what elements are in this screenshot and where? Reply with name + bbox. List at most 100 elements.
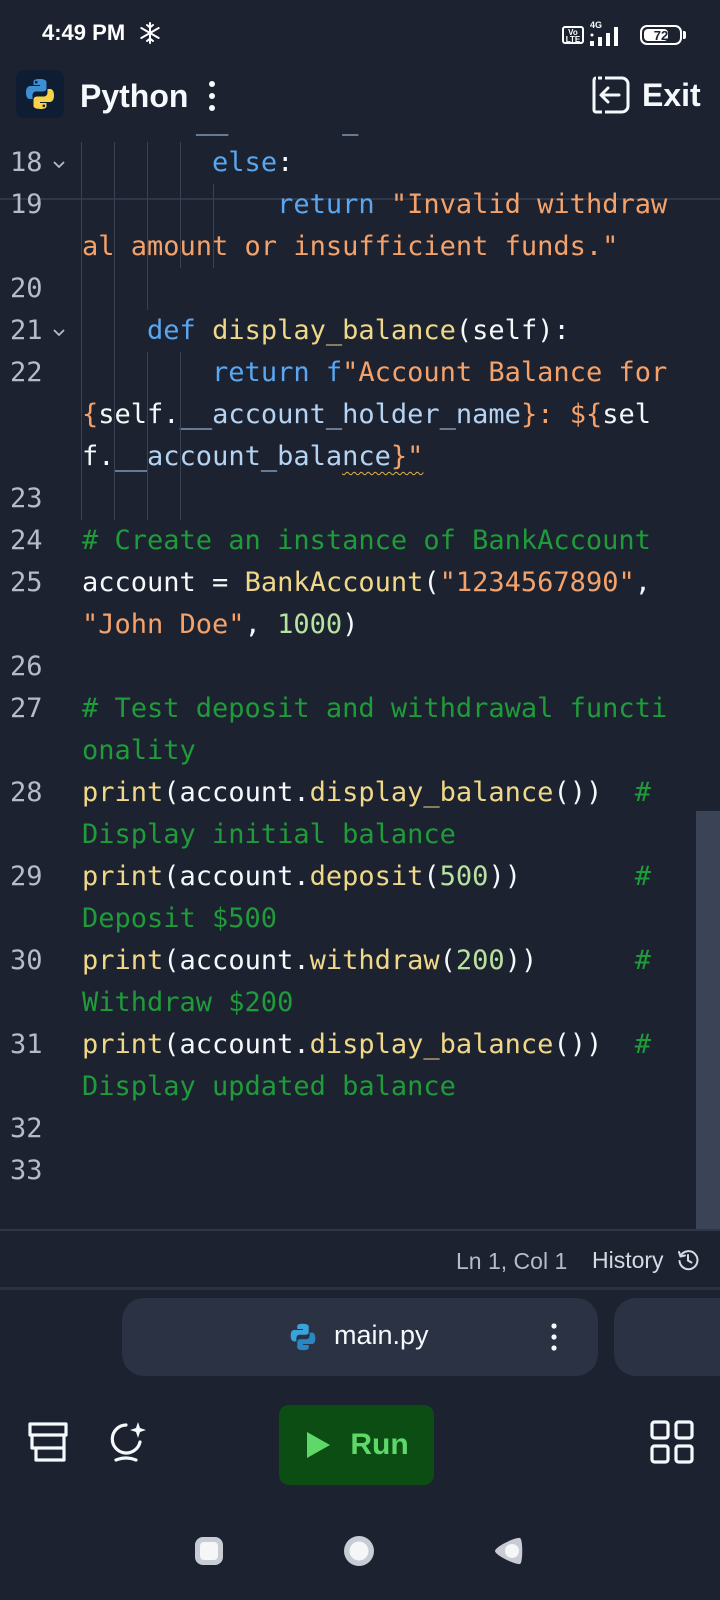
code-line[interactable]: 33 <box>0 1150 720 1192</box>
code-line[interactable]: 20 <box>0 268 720 310</box>
code-line[interactable]: 28 print(account.display_balance()) # Dis… <box>0 772 720 856</box>
code-token: ): <box>537 315 570 346</box>
code-token: display_balance <box>309 1029 554 1060</box>
code-text[interactable] <box>82 478 682 520</box>
code-line[interactable]: 26 <box>0 646 720 688</box>
code-line[interactable]: 18 else: <box>0 142 720 184</box>
exit-icon <box>592 76 630 114</box>
history-button[interactable]: History <box>592 1245 700 1275</box>
code-token: f <box>325 357 343 388</box>
exit-button[interactable]: Exit <box>590 70 714 120</box>
code-line[interactable]: 27 # Test deposit and withdrawal function… <box>0 688 720 772</box>
code-text[interactable]: account = BankAccount("1234567890", "Joh… <box>82 562 682 646</box>
code-text[interactable]: # Create an instance of BankAccount <box>82 520 682 562</box>
cursor-position[interactable]: Ln 1, Col 1 <box>456 1248 567 1275</box>
back-icon[interactable] <box>491 1535 525 1567</box>
line-number: 27 <box>10 693 43 724</box>
code-token: __account_holder_name <box>179 399 521 430</box>
code-token: ( <box>439 945 456 976</box>
file-tab-menu-icon[interactable] <box>546 1320 562 1354</box>
code-line[interactable]: ${self.__account_balance} <box>0 134 720 142</box>
code-token: # Test deposit and withdrawal functional… <box>82 693 668 766</box>
code-line[interactable]: 30 print(account.withdraw(200)) # Withdra… <box>0 940 720 1024</box>
code-token: ()) <box>553 777 635 808</box>
code-token: } <box>472 134 488 136</box>
code-token: ${ <box>82 134 115 136</box>
ai-assistant-icon[interactable] <box>104 1418 152 1466</box>
file-tab-next[interactable] <box>614 1298 720 1376</box>
line-number: 30 <box>10 945 43 976</box>
line-number: 24 <box>10 525 43 556</box>
code-line[interactable]: 22 return f"Account Balance for {self.__… <box>0 352 720 478</box>
code-text[interactable]: def display_balance(self): <box>82 310 682 352</box>
code-token: , <box>634 567 668 598</box>
status-bar: 4:49 PM Vo LTE 4G 72 <box>0 0 720 66</box>
code-line[interactable]: 24 # Create an instance of BankAccount <box>0 520 720 562</box>
indent-guide <box>81 352 82 478</box>
app-header: Python Exit <box>0 66 720 200</box>
code-line[interactable]: 19 return "Invalid withdrawal amount or … <box>0 184 720 268</box>
code-token: , <box>244 609 278 640</box>
python-logo-icon <box>16 70 64 118</box>
more-options-icon[interactable] <box>202 76 222 116</box>
code-line[interactable]: 29 print(account.deposit(500)) # Deposit … <box>0 856 720 940</box>
code-token: { <box>82 399 99 430</box>
code-text[interactable]: ${self.__account_balance} <box>82 134 682 142</box>
indent-guide <box>81 310 82 352</box>
code-token: self <box>472 315 538 346</box>
code-line[interactable]: 31 print(account.display_balance()) # Dis… <box>0 1024 720 1108</box>
code-text[interactable]: print(account.deposit(500)) # Deposit $5… <box>82 856 682 940</box>
code-token: def <box>82 315 213 346</box>
code-text[interactable]: print(account.display_balance()) # Displ… <box>82 772 682 856</box>
code-text[interactable]: print(account.withdraw(200)) # Withdraw … <box>82 940 682 1024</box>
line-number: 25 <box>10 567 43 598</box>
code-token: ( <box>163 777 180 808</box>
indent-guide <box>180 352 181 478</box>
line-number: 20 <box>10 273 43 304</box>
file-tab-label: main.py <box>334 1320 429 1350</box>
code-editor[interactable]: ${self.__account_balance}18 else:19 retu… <box>0 134 720 1229</box>
recent-apps-icon[interactable] <box>193 1535 225 1567</box>
code-token: ( <box>423 567 440 598</box>
code-text[interactable] <box>82 1150 682 1192</box>
line-number: 29 <box>10 861 43 892</box>
file-tab-main[interactable]: main.py <box>122 1298 598 1376</box>
line-number: 21 <box>10 315 43 346</box>
code-text[interactable] <box>82 1108 682 1150</box>
code-text[interactable]: return f"Account Balance for {self.__acc… <box>82 352 682 478</box>
code-line[interactable]: 21 def display_balance(self): <box>0 310 720 352</box>
indent-guide <box>114 310 115 352</box>
home-icon[interactable] <box>343 1535 375 1567</box>
code-token: self <box>115 134 180 136</box>
line-number: 28 <box>10 777 43 808</box>
code-token: )) <box>504 945 635 976</box>
code-text[interactable] <box>82 646 682 688</box>
code-text[interactable]: # Test deposit and withdrawal functional… <box>82 688 682 772</box>
code-text[interactable]: print(account.display_balance()) # Displ… <box>82 1024 682 1108</box>
fold-chevron-icon[interactable] <box>52 160 66 170</box>
exit-label: Exit <box>642 76 701 113</box>
code-text[interactable] <box>82 268 682 310</box>
code-lines[interactable]: ${self.__account_balance}18 else:19 retu… <box>0 134 720 1192</box>
indent-guide <box>147 142 148 184</box>
code-token: return <box>82 357 326 388</box>
code-line[interactable]: 25 account = BankAccount("1234567890", "J… <box>0 562 720 646</box>
code-token: ( <box>423 861 440 892</box>
language-title: Python <box>80 78 189 114</box>
run-button[interactable]: Run <box>279 1405 434 1485</box>
line-number: 33 <box>10 1155 43 1186</box>
layers-icon[interactable] <box>24 1418 72 1466</box>
code-text[interactable]: else: <box>82 142 682 184</box>
fold-chevron-icon[interactable] <box>52 328 66 338</box>
code-text[interactable]: return "Invalid withdrawal amount or ins… <box>82 184 682 268</box>
history-label: History <box>592 1246 664 1273</box>
battery-level: 72 <box>653 28 669 43</box>
editor-scrollbar[interactable] <box>696 811 720 1229</box>
grid-apps-icon[interactable] <box>648 1418 696 1466</box>
run-label: Run <box>350 1428 409 1461</box>
code-token: display_balance <box>212 315 456 346</box>
code-line[interactable]: 23 <box>0 478 720 520</box>
code-line[interactable]: 32 <box>0 1108 720 1150</box>
status-divider <box>0 1287 720 1290</box>
indent-guide <box>213 184 214 268</box>
